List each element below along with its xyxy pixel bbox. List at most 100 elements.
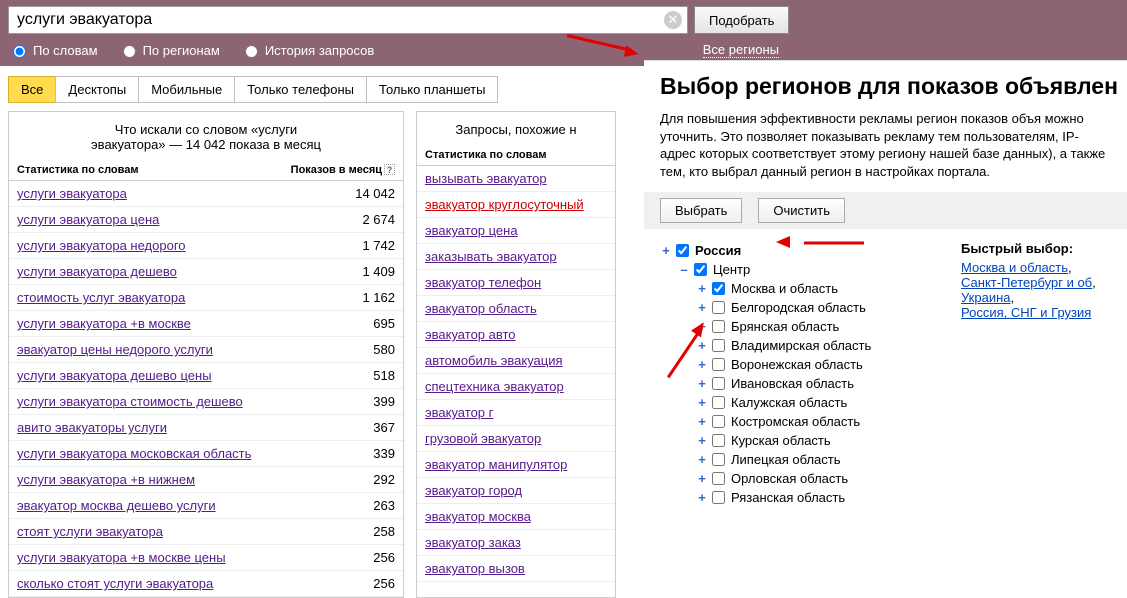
expand-icon[interactable]: +: [696, 490, 708, 505]
region-checkbox[interactable]: [676, 244, 689, 257]
keyword-link[interactable]: заказывать эвакуатор: [425, 249, 557, 264]
keyword-link[interactable]: спецтехника эвакуатор: [425, 379, 564, 394]
region-label[interactable]: Воронежская область: [731, 357, 863, 372]
expand-icon[interactable]: +: [696, 395, 708, 410]
tree-node-moscow[interactable]: + Москва и область: [696, 279, 941, 298]
tree-node[interactable]: + Курская область: [696, 431, 941, 450]
device-tab[interactable]: Только телефоны: [234, 76, 367, 103]
region-checkbox[interactable]: [712, 358, 725, 371]
region-label[interactable]: Орловская область: [731, 471, 848, 486]
keyword-link[interactable]: эвакуатор москва: [425, 509, 531, 524]
tree-node[interactable]: + Липецкая область: [696, 450, 941, 469]
expand-icon[interactable]: +: [660, 243, 672, 258]
keyword-link[interactable]: грузовой эвакуатор: [425, 431, 541, 446]
keyword-link[interactable]: эвакуатор город: [425, 483, 522, 498]
region-label[interactable]: Россия: [695, 243, 741, 258]
keyword-link[interactable]: эвакуатор цены недорого услуги: [17, 342, 213, 357]
select-button[interactable]: Выбрать: [660, 198, 742, 223]
region-label[interactable]: Центр: [713, 262, 750, 277]
quick-link[interactable]: Москва и область: [961, 260, 1068, 275]
region-checkbox[interactable]: [694, 263, 707, 276]
region-checkbox[interactable]: [712, 377, 725, 390]
region-label[interactable]: Ивановская область: [731, 376, 854, 391]
region-selector-link[interactable]: Все регионы: [703, 42, 779, 58]
region-label[interactable]: Курская область: [731, 433, 831, 448]
clear-icon[interactable]: ✕: [664, 11, 682, 29]
keyword-link[interactable]: сколько стоят услуги эвакуатора: [17, 576, 213, 591]
mode-history[interactable]: История запросов: [240, 42, 375, 58]
mode-by-regions[interactable]: По регионам: [118, 42, 220, 58]
radio-by-regions[interactable]: [123, 45, 136, 58]
region-checkbox[interactable]: [712, 415, 725, 428]
mode-by-words[interactable]: По словам: [8, 42, 98, 58]
region-checkbox[interactable]: [712, 491, 725, 504]
device-tab[interactable]: Мобильные: [138, 76, 235, 103]
keyword-link[interactable]: эвакуатор москва дешево услуги: [17, 498, 216, 513]
tree-node[interactable]: +Воронежская область: [696, 355, 941, 374]
region-label[interactable]: Калужская область: [731, 395, 847, 410]
keyword-link[interactable]: эвакуатор г: [425, 405, 493, 420]
quick-link[interactable]: Санкт-Петербург и об: [961, 275, 1092, 290]
region-checkbox[interactable]: [712, 301, 725, 314]
keyword-link[interactable]: эвакуатор круглосуточный: [425, 197, 584, 212]
clear-button[interactable]: Очистить: [758, 198, 845, 223]
tree-node[interactable]: + Рязанская область: [696, 488, 941, 507]
expand-icon[interactable]: +: [696, 319, 708, 334]
keyword-link[interactable]: услуги эвакуатора +в нижнем: [17, 472, 195, 487]
keyword-link[interactable]: услуги эвакуатора: [17, 186, 127, 201]
keyword-link[interactable]: эвакуатор вызов: [425, 561, 525, 576]
keyword-link[interactable]: эвакуатор заказ: [425, 535, 521, 550]
keyword-link[interactable]: услуги эвакуатора московская область: [17, 446, 251, 461]
keyword-link[interactable]: эвакуатор авто: [425, 327, 516, 342]
expand-icon[interactable]: +: [696, 338, 708, 353]
tree-node[interactable]: +Костромская область: [696, 412, 941, 431]
region-checkbox[interactable]: [712, 396, 725, 409]
tree-node-center[interactable]: – Центр: [678, 260, 941, 279]
region-checkbox[interactable]: [712, 282, 725, 295]
region-label[interactable]: Москва и область: [731, 281, 838, 296]
tree-node[interactable]: +Орловская область: [696, 469, 941, 488]
region-checkbox[interactable]: [712, 339, 725, 352]
keyword-link[interactable]: услуги эвакуатора +в москве: [17, 316, 191, 331]
quick-link[interactable]: Украина: [961, 290, 1011, 305]
region-label[interactable]: Липецкая область: [731, 452, 841, 467]
keyword-link[interactable]: услуги эвакуатора стоимость дешево: [17, 394, 243, 409]
keyword-link[interactable]: услуги эвакуатора цена: [17, 212, 159, 227]
search-input[interactable]: [8, 6, 688, 34]
expand-icon[interactable]: +: [696, 281, 708, 296]
region-label[interactable]: Белгородская область: [731, 300, 866, 315]
keyword-link[interactable]: стоят услуги эвакуатора: [17, 524, 163, 539]
expand-icon[interactable]: +: [696, 433, 708, 448]
expand-icon[interactable]: +: [696, 414, 708, 429]
expand-icon[interactable]: +: [696, 300, 708, 315]
region-label[interactable]: Рязанская область: [731, 490, 845, 505]
keyword-link[interactable]: стоимость услуг эвакуатора: [17, 290, 185, 305]
tree-root[interactable]: + Россия: [660, 241, 941, 260]
keyword-link[interactable]: услуги эвакуатора недорого: [17, 238, 186, 253]
tree-node[interactable]: +Ивановская область: [696, 374, 941, 393]
keyword-link[interactable]: услуги эвакуатора дешево: [17, 264, 177, 279]
expand-icon[interactable]: +: [696, 452, 708, 467]
keyword-link[interactable]: услуги эвакуатора +в москве цены: [17, 550, 226, 565]
device-tab[interactable]: Десктопы: [55, 76, 139, 103]
radio-history[interactable]: [245, 45, 258, 58]
keyword-link[interactable]: эвакуатор область: [425, 301, 537, 316]
keyword-link[interactable]: эвакуатор телефон: [425, 275, 541, 290]
region-checkbox[interactable]: [712, 472, 725, 485]
keyword-link[interactable]: вызывать эвакуатор: [425, 171, 547, 186]
tree-node[interactable]: + Белгородская область: [696, 298, 941, 317]
device-tab[interactable]: Только планшеты: [366, 76, 498, 103]
submit-button[interactable]: Подобрать: [694, 6, 789, 34]
keyword-link[interactable]: автомобиль эвакуация: [425, 353, 563, 368]
keyword-link[interactable]: эвакуатор цена: [425, 223, 518, 238]
radio-by-words[interactable]: [13, 45, 26, 58]
region-checkbox[interactable]: [712, 434, 725, 447]
region-checkbox[interactable]: [712, 320, 725, 333]
keyword-link[interactable]: авито эвакуаторы услуги: [17, 420, 167, 435]
tree-node[interactable]: + Калужская область: [696, 393, 941, 412]
device-tab[interactable]: Все: [8, 76, 56, 103]
tree-node[interactable]: +Брянская область: [696, 317, 941, 336]
region-label[interactable]: Владимирская область: [731, 338, 871, 353]
keyword-link[interactable]: услуги эвакуатора дешево цены: [17, 368, 212, 383]
keyword-link[interactable]: эвакуатор манипулятор: [425, 457, 567, 472]
